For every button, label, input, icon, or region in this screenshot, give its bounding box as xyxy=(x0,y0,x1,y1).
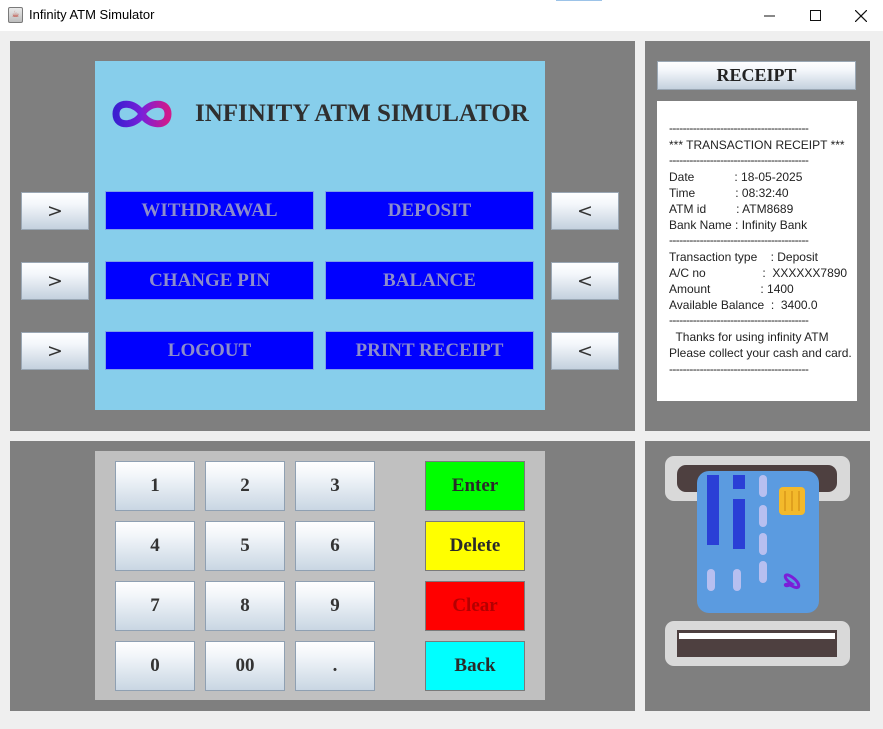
receipt-account-number: A/C no : XXXXXX7890 xyxy=(669,266,848,280)
receipt-transaction-type: Transaction type : Deposit xyxy=(669,250,818,264)
left-side-button-2[interactable]: > xyxy=(21,262,89,300)
close-button[interactable] xyxy=(838,0,883,31)
key-8[interactable]: 8 xyxy=(205,581,285,631)
atm-card-icon[interactable] xyxy=(697,471,819,618)
receipt-separator: ----------------------------------------… xyxy=(669,362,809,376)
minimize-button[interactable] xyxy=(746,0,792,31)
clear-button[interactable]: Clear xyxy=(425,581,525,631)
enter-button[interactable]: Enter xyxy=(425,461,525,511)
back-button[interactable]: Back xyxy=(425,641,525,691)
change-pin-button[interactable]: CHANGE PIN xyxy=(105,261,314,300)
receipt-atm-id: ATM id : ATM8689 xyxy=(669,202,794,216)
right-side-button-3[interactable]: < xyxy=(551,332,619,370)
receipt-separator: ----------------------------------------… xyxy=(669,233,809,247)
screen-title: INFINITY ATM SIMULATOR xyxy=(195,100,529,127)
key-1[interactable]: 1 xyxy=(115,461,195,511)
key-9[interactable]: 9 xyxy=(295,581,375,631)
receipt-time: Time : 08:32:40 xyxy=(669,186,789,200)
title-bar-accent xyxy=(556,0,602,1)
maximize-button[interactable] xyxy=(792,0,838,31)
minimize-icon xyxy=(763,15,775,17)
receipt-collect-note: Please collect your cash and card. xyxy=(669,346,852,360)
right-side-button-1[interactable]: < xyxy=(551,192,619,230)
receipt-thanks: Thanks for using infinity ATM xyxy=(669,330,829,344)
key-6[interactable]: 6 xyxy=(295,521,375,571)
infinity-logo-icon xyxy=(110,94,174,139)
key-5[interactable]: 5 xyxy=(205,521,285,571)
key-0[interactable]: 0 xyxy=(115,641,195,691)
delete-button[interactable]: Delete xyxy=(425,521,525,571)
left-side-button-1[interactable]: > xyxy=(21,192,89,230)
close-icon xyxy=(855,9,867,22)
maximize-icon xyxy=(809,10,821,21)
cash-note-icon xyxy=(679,633,835,639)
receipt-paper: ----------------------------------------… xyxy=(657,101,857,401)
key-dot[interactable]: . xyxy=(295,641,375,691)
balance-button[interactable]: BALANCE xyxy=(325,261,534,300)
right-side-button-2[interactable]: < xyxy=(551,262,619,300)
receipt-bank-name: Bank Name : Infinity Bank xyxy=(669,218,808,232)
key-7[interactable]: 7 xyxy=(115,581,195,631)
receipt-header: RECEIPT xyxy=(657,61,856,90)
receipt-separator: ----------------------------------------… xyxy=(669,153,809,167)
deposit-button[interactable]: DEPOSIT xyxy=(325,191,534,230)
key-4[interactable]: 4 xyxy=(115,521,195,571)
receipt-separator: ----------------------------------------… xyxy=(669,313,809,327)
receipt-date: Date : 18-05-2025 xyxy=(669,170,803,184)
key-2[interactable]: 2 xyxy=(205,461,285,511)
withdrawal-button[interactable]: WITHDRAWAL xyxy=(105,191,314,230)
key-3[interactable]: 3 xyxy=(295,461,375,511)
left-side-button-3[interactable]: > xyxy=(21,332,89,370)
receipt-heading: *** TRANSACTION RECEIPT *** xyxy=(669,138,845,152)
logout-button[interactable]: LOGOUT xyxy=(105,331,314,370)
receipt-separator: ----------------------------------------… xyxy=(669,121,809,135)
java-app-icon: ☕ xyxy=(8,7,23,23)
receipt-amount: Amount : 1400 xyxy=(669,282,794,296)
window-title: Infinity ATM Simulator xyxy=(29,7,155,22)
key-00[interactable]: 00 xyxy=(205,641,285,691)
print-receipt-button[interactable]: PRINT RECEIPT xyxy=(325,331,534,370)
receipt-available-balance: Available Balance : 3400.0 xyxy=(669,298,818,312)
